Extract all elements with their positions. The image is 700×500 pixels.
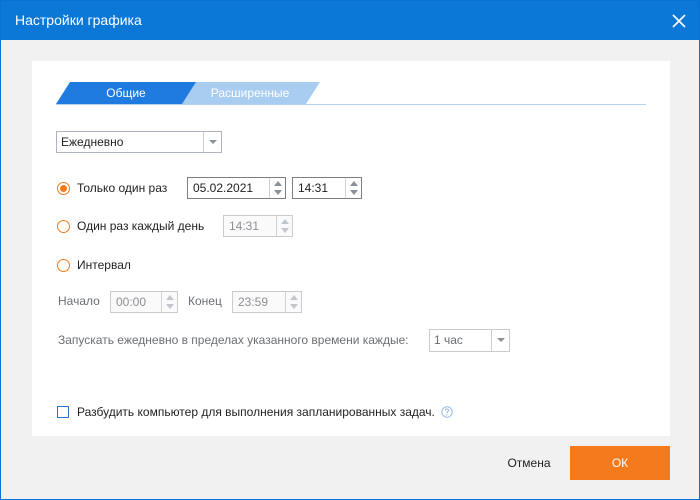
end-label: Конец xyxy=(188,294,222,308)
start-spin-arrows[interactable] xyxy=(161,292,177,312)
end-time-picker[interactable]: 23:59 xyxy=(232,291,302,313)
time-spin-arrows[interactable] xyxy=(345,178,361,198)
option-daily[interactable]: Один раз каждый день xyxy=(57,216,204,236)
end-spin-arrows[interactable] xyxy=(285,292,301,312)
ok-button[interactable]: ОК xyxy=(570,446,670,480)
close-icon[interactable] xyxy=(669,11,689,31)
daily-time-picker[interactable]: 14:31 xyxy=(223,215,293,237)
tab-advanced[interactable]: Расширенные xyxy=(180,82,320,104)
interval-radio[interactable] xyxy=(57,258,70,272)
frequency-value: Ежедневно xyxy=(61,135,124,149)
start-time-value: 00:00 xyxy=(116,295,147,309)
daily-label: Один раз каждый день xyxy=(77,219,205,233)
help-icon[interactable] xyxy=(441,406,453,418)
once-date-value: 05.02.2021 xyxy=(193,181,254,195)
chevron-down-icon[interactable] xyxy=(203,132,221,152)
repeat-interval-value: 1 час xyxy=(434,333,463,347)
cancel-button[interactable]: Отмена xyxy=(491,446,567,480)
interval-label: Интервал xyxy=(77,258,131,272)
schedule-settings-dialog: Настройки графика Расширенные Общие Ежед… xyxy=(0,0,700,500)
daily-radio[interactable] xyxy=(57,219,70,233)
end-time-value: 23:59 xyxy=(238,295,269,309)
frequency-dropdown[interactable]: Ежедневно xyxy=(56,131,222,153)
date-spin-arrows[interactable] xyxy=(269,178,285,198)
title-bar: Настройки графика xyxy=(1,1,699,40)
tab-underline xyxy=(56,104,646,105)
daily-time-value: 14:31 xyxy=(229,219,260,233)
option-once[interactable]: Только один раз xyxy=(57,178,167,198)
once-radio[interactable] xyxy=(57,181,70,195)
tab-bar: Расширенные Общие xyxy=(56,81,646,106)
window-title: Настройки графика xyxy=(15,12,142,28)
wake-computer-option[interactable]: Разбудить компьютер для выполнения запла… xyxy=(57,404,453,420)
once-date-picker[interactable]: 05.02.2021 xyxy=(187,177,286,199)
start-time-picker[interactable]: 00:00 xyxy=(110,291,178,313)
once-time-value: 14:31 xyxy=(298,181,329,195)
start-label: Начало xyxy=(58,294,100,308)
option-interval[interactable]: Интервал xyxy=(57,255,131,275)
wake-checkbox[interactable] xyxy=(57,406,69,418)
once-time-picker[interactable]: 14:31 xyxy=(292,177,362,199)
repeat-interval-dropdown[interactable]: 1 час xyxy=(429,329,510,352)
once-label: Только один раз xyxy=(77,181,168,195)
chevron-down-icon[interactable] xyxy=(491,330,509,351)
tab-general[interactable]: Общие xyxy=(56,82,196,104)
settings-panel: Расширенные Общие Ежедневно Только один … xyxy=(32,61,670,436)
repeat-label: Запускать ежедневно в пределах указанног… xyxy=(58,333,409,347)
wake-label: Разбудить компьютер для выполнения запла… xyxy=(77,405,435,419)
daily-spin-arrows[interactable] xyxy=(276,216,292,236)
